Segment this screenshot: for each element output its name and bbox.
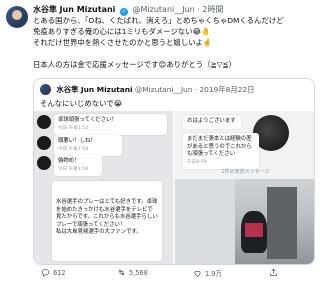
quote-text: そんなにいじめないで😭 xyxy=(40,99,123,108)
dm-avatar xyxy=(37,156,51,170)
tweet-line: それだけ世界中を熱くさせたのかと思うと嬉しいよ🤞 xyxy=(33,38,213,47)
tweet-line: とある国から、「Oね、くたばれ、消えろ」とめちゃくちゃDMくるんだけど xyxy=(33,16,284,25)
dm-bubble: おはようございます xyxy=(183,115,241,129)
dm-text: 頭悪い！しね！ xyxy=(58,138,96,144)
heart-icon xyxy=(194,270,201,277)
dm-time: 午前8:59 xyxy=(187,159,207,165)
tweet[interactable]: 水谷隼 Jun Mizutani ✓ @Mizutani__Jun · 2時間 … xyxy=(0,0,320,287)
dm-text: 水谷選手のプレーはとても好きです。卓球を始めたきっかけも水谷選手をテレビで見たか… xyxy=(56,199,158,235)
tweet-body: とある国から、「Oね、くたばれ、消えろ」とめちゃくちゃDMくるんだけど 免疫あり… xyxy=(33,15,315,70)
quote-author-name: 水谷隼 xyxy=(56,85,79,94)
quote-header: 水谷隼 Jun Mizutani @Mizutani__Jun · 2019年8… xyxy=(40,84,255,95)
dm-time: 今日 午後1:53 xyxy=(58,125,89,131)
dm-bubble: 水谷選手のプレーはとても好きです。卓球を始めたきっかけも水谷選手をテレビで見たか… xyxy=(52,181,162,261)
tweet-line: 日本人の方は金で応援メッセージです😊ありがとう（≧▽≦） xyxy=(33,60,237,69)
like-button[interactable]: 1.9万 xyxy=(193,268,222,278)
author-handle[interactable]: @Mizutani__Jun xyxy=(133,5,195,14)
reply-count: 612 xyxy=(53,268,66,277)
retweet-button[interactable]: 5,568 xyxy=(117,268,148,277)
tweet-actions: 612 5,568 1.9万 xyxy=(33,268,315,282)
dm-avatar xyxy=(37,115,51,129)
dm-avatar xyxy=(37,136,51,150)
dm-screenshot-right[interactable]: おはようございます まだまだ張本とは経験の差があると思うのでこれからも頑張ってく… xyxy=(175,111,314,264)
dm-bubble: まだまだ張本とは経験の差があると思うのでこれからも頑張ってください 午前8:59 xyxy=(183,133,259,169)
dm-bubble: 頭悪い！しね！ 今日 午後1:59 xyxy=(54,135,122,156)
quoted-tweet[interactable]: 水谷隼 Jun Mizutani @Mizutani__Jun · 2019年8… xyxy=(33,78,315,265)
quote-media[interactable]: 卓球頑張ってください！ 今日 午後1:53 頭悪い！しね！ 今日 午後1:59 … xyxy=(34,111,314,264)
dm-time: 今日 午後1:59 xyxy=(58,166,89,172)
tweet-line: 免疫ありすぎる俺の心には1ミリもダメージない😂🤚 xyxy=(33,27,211,36)
tweet-time[interactable]: · 2時間 xyxy=(197,5,223,14)
photo-shirt xyxy=(245,223,263,237)
quote-handle: @Mizutani__Jun xyxy=(134,85,193,94)
reply-button[interactable]: 612 xyxy=(41,268,66,277)
dm-time: 今日 午後1:59 xyxy=(58,146,89,152)
dm-text: 偽物め！ xyxy=(58,158,80,164)
photo[interactable] xyxy=(175,179,314,264)
share-button[interactable] xyxy=(269,268,278,277)
dm-screenshot-left[interactable]: 卓球頑張ってください！ 今日 午後1:53 頭悪い！しね！ 今日 午後1:59 … xyxy=(34,111,173,264)
dm-text: おはようございます xyxy=(187,118,236,124)
unread-notice: 2件の未読メッセージ xyxy=(221,169,270,175)
quote-date: · 2019年8月22日 xyxy=(194,85,255,94)
tweet-line xyxy=(33,48,315,59)
photo-door xyxy=(267,187,297,259)
dm-text: 卓球頑張ってください！ xyxy=(58,117,117,123)
retweet-icon xyxy=(118,269,125,276)
author-name[interactable]: 水谷隼 xyxy=(33,5,57,14)
photo-wall xyxy=(175,179,235,264)
dm-bubble: 卓球頑張ってください！ 今日 午後1:53 xyxy=(54,114,167,135)
avatar[interactable] xyxy=(6,6,28,28)
share-icon xyxy=(270,268,277,276)
reply-icon xyxy=(41,269,50,277)
quote-author-name-latin: Jun Mizutani xyxy=(80,85,133,94)
retweet-count: 5,568 xyxy=(129,268,148,277)
author-name-latin[interactable]: Jun Mizutani xyxy=(60,5,116,14)
like-count: 1.9万 xyxy=(205,270,223,278)
quote-avatar xyxy=(40,84,51,95)
dm-bubble: 偽物め！ 今日 午後1:59 xyxy=(54,155,102,176)
dm-text: まだまだ張本とは経験の差があると思うのでこれからも頑張ってください xyxy=(187,136,252,157)
